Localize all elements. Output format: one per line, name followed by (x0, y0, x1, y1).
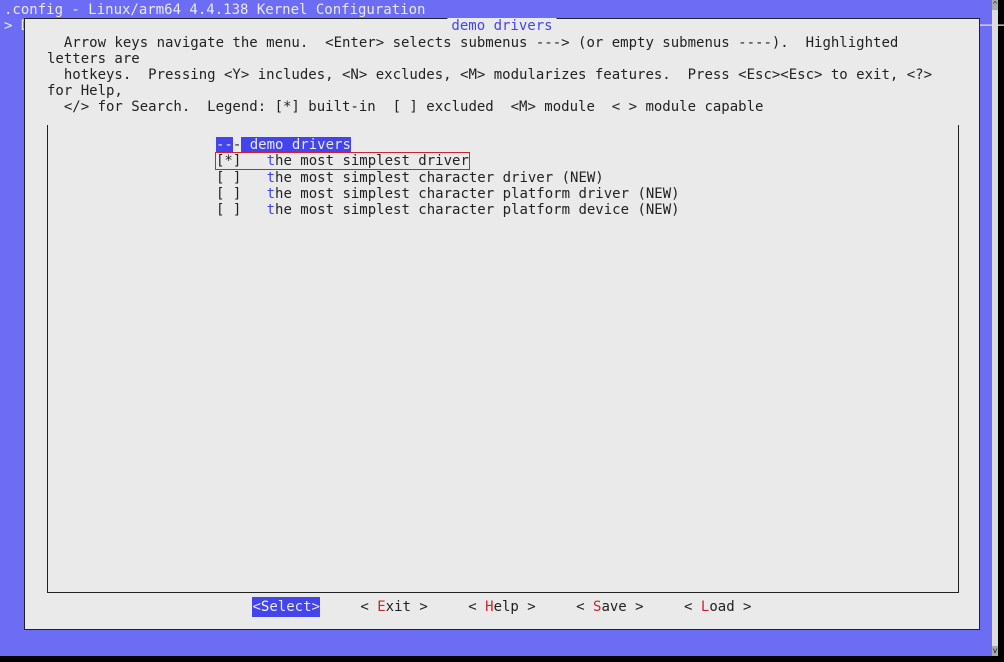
scroll-down-icon[interactable]: v (992, 646, 998, 656)
menu-item-selected[interactable]: [*] the most simplest driver (216, 153, 958, 170)
save-button[interactable]: < Save > (576, 597, 643, 617)
dialog: demo drivers Arrow keys navigate the men… (24, 18, 980, 630)
menu-list[interactable]: --- demo drivers [*] the most simplest d… (48, 125, 958, 218)
menu-item[interactable]: [ ] the most simplest character platform… (216, 202, 958, 218)
menu-header: --- demo drivers (216, 137, 958, 153)
menu-item[interactable]: [ ] the most simplest character platform… (216, 186, 958, 202)
scrollbar[interactable]: ^ v (992, 0, 998, 656)
select-button[interactable]: <Select> (252, 597, 319, 617)
button-bar: <Select> < Exit > < Help > < Save > < Lo… (25, 597, 979, 617)
load-button[interactable]: < Load > (684, 597, 751, 617)
dialog-title: demo drivers (447, 18, 556, 34)
exit-button[interactable]: < Exit > (360, 597, 427, 617)
window-title: .config - Linux/arm64 4.4.138 Kernel Con… (0, 0, 998, 18)
help-button[interactable]: < Help > (468, 597, 535, 617)
scroll-up-icon[interactable]: ^ (992, 0, 998, 10)
menu-item[interactable]: [ ] the most simplest character driver (… (216, 170, 958, 186)
menu-box: --- demo drivers [*] the most simplest d… (47, 125, 959, 593)
